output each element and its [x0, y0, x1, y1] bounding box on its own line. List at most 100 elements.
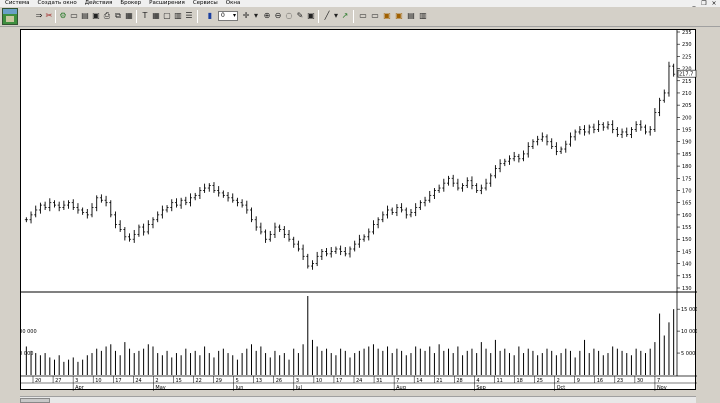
day-label: 3 — [75, 378, 78, 384]
day-label: 5 — [236, 378, 239, 384]
scrollbar-thumb[interactable] — [20, 398, 50, 403]
zoom-in-icon[interactable]: ⊕ — [262, 11, 272, 21]
day-label: 25 — [537, 378, 543, 384]
menu-item-new-window[interactable]: Создать окно — [34, 0, 81, 7]
zoom-out-icon[interactable]: ⊖ — [273, 11, 283, 21]
menu-item-extensions[interactable]: Расширения — [145, 0, 189, 7]
timeframe-combo[interactable]: 0 — [218, 11, 238, 21]
day-label: 10 — [95, 378, 101, 384]
copy-icon[interactable]: ⧉ — [113, 11, 123, 21]
menu-item-broker[interactable]: Брокер — [116, 0, 145, 7]
circle-icon[interactable]: ◌ — [284, 11, 294, 21]
scissors-icon[interactable]: ✂ — [44, 11, 54, 21]
pencil-icon[interactable]: ✎ — [295, 11, 305, 21]
price-tick-label: 200 — [682, 115, 692, 121]
price-tick-label: 175 — [682, 176, 692, 182]
price-tick-label: 155 — [682, 225, 692, 231]
price-tick-label: 160 — [682, 213, 692, 219]
properties-icon-2[interactable]: ▣ — [306, 11, 316, 21]
close-icon[interactable]: × — [710, 0, 718, 7]
text-icon[interactable]: T — [140, 11, 150, 21]
day-label: 15 — [175, 378, 181, 384]
day-label: 16 — [597, 378, 603, 384]
mdi-window-controls: _ ❐ × — [690, 0, 718, 7]
day-label: 29 — [216, 378, 222, 384]
volume-tick-label-right: 5 000 000 — [681, 351, 697, 357]
volume-tick-label-right: 10 000 000 — [681, 329, 697, 335]
horizontal-scrollbar[interactable] — [20, 396, 696, 403]
volume-tick-label-right: 15 000 000 — [681, 307, 697, 313]
day-label: 17 — [336, 378, 342, 384]
price-tick-label: 230 — [682, 42, 692, 48]
menu-item-system[interactable]: Система — [1, 0, 34, 7]
cursor-icon[interactable]: ▾ — [251, 11, 261, 21]
day-label: 20 — [35, 378, 41, 384]
month-label: Sep — [476, 385, 485, 391]
price-tick-label: 135 — [682, 274, 692, 280]
price-tick-label: 165 — [682, 201, 692, 207]
arrow-right-icon[interactable]: ⇒ — [34, 11, 44, 21]
menu-item-actions[interactable]: Действия — [81, 0, 117, 7]
day-label: 27 — [55, 378, 61, 384]
table-icon[interactable]: ▥ — [173, 11, 183, 21]
day-label: 7 — [657, 378, 660, 384]
app-logo-icon — [2, 8, 18, 25]
window-icon-2[interactable]: ▭ — [370, 11, 380, 21]
day-label: 26 — [276, 378, 282, 384]
gear-icon[interactable]: ⚙ — [58, 11, 68, 21]
day-label: 11 — [496, 378, 502, 384]
month-label: Apr — [75, 385, 85, 391]
window-icon-6[interactable]: ▥ — [418, 11, 428, 21]
day-label: 22 — [196, 378, 202, 384]
paste-icon[interactable]: ▦ — [124, 11, 134, 21]
signal-icon[interactable]: ↗ — [340, 11, 350, 21]
month-label: May — [155, 385, 165, 391]
tile-icon[interactable]: ▤ — [80, 11, 90, 21]
price-tick-label: 210 — [682, 91, 692, 97]
volume-tick-label-left: 10 000 000 — [21, 329, 37, 335]
chart-icon[interactable]: ▣ — [91, 11, 101, 21]
day-label: 21 — [436, 378, 442, 384]
last-price-label: 217.7 — [679, 72, 693, 78]
price-tick-label: 185 — [682, 152, 692, 158]
menu-item-windows[interactable]: Окна — [222, 0, 245, 7]
price-tick-label: 215 — [682, 79, 692, 85]
price-tick-label: 195 — [682, 128, 692, 134]
window-icon-4[interactable]: ▣ — [394, 11, 404, 21]
menu-item-services[interactable]: Сервисы — [189, 0, 222, 7]
crosshair-icon[interactable]: ✛ — [241, 11, 251, 21]
month-label: Nov — [657, 385, 667, 391]
day-label: 4 — [476, 378, 479, 384]
month-label: Aug — [396, 385, 406, 391]
day-label: 2 — [155, 378, 158, 384]
day-label: 23 — [617, 378, 623, 384]
price-tick-label: 205 — [682, 103, 692, 109]
list-icon[interactable]: ☰ — [184, 11, 194, 21]
properties-icon[interactable]: ▦ — [151, 11, 161, 21]
day-label: 17 — [115, 378, 121, 384]
day-label: 9 — [577, 378, 580, 384]
minimize-icon[interactable]: _ — [690, 0, 698, 7]
price-tick-label: 180 — [682, 164, 692, 170]
print-icon[interactable]: ⎙ — [102, 11, 112, 21]
price-chart[interactable]: 1301351401451501551601651701751801851901… — [21, 30, 697, 391]
day-label: 28 — [456, 378, 462, 384]
window-icon-3[interactable]: ▣ — [382, 11, 392, 21]
chart-window[interactable]: 130 135 140 145 150 155 160 165 170 175 180 185 190 1… — [20, 29, 697, 391]
day-label: 14 — [416, 378, 422, 384]
month-label: Jul — [295, 385, 302, 391]
info-icon[interactable]: ▢ — [162, 11, 172, 21]
bar-chart-icon[interactable]: ▮ — [205, 11, 215, 21]
window-icon-1[interactable]: ▭ — [358, 11, 368, 21]
day-label: 7 — [396, 378, 399, 384]
price-tick-label: 150 — [682, 237, 692, 243]
day-label: 10 — [316, 378, 322, 384]
day-label: 24 — [356, 378, 362, 384]
window-icon-5[interactable]: ▤ — [406, 11, 416, 21]
month-label: Jun — [235, 385, 244, 391]
new-window-icon[interactable]: ▭ — [69, 11, 79, 21]
price-tick-label: 145 — [682, 249, 692, 255]
month-label: Oct — [557, 385, 566, 391]
price-tick-label: 130 — [682, 286, 692, 292]
restore-icon[interactable]: ❐ — [700, 0, 708, 7]
